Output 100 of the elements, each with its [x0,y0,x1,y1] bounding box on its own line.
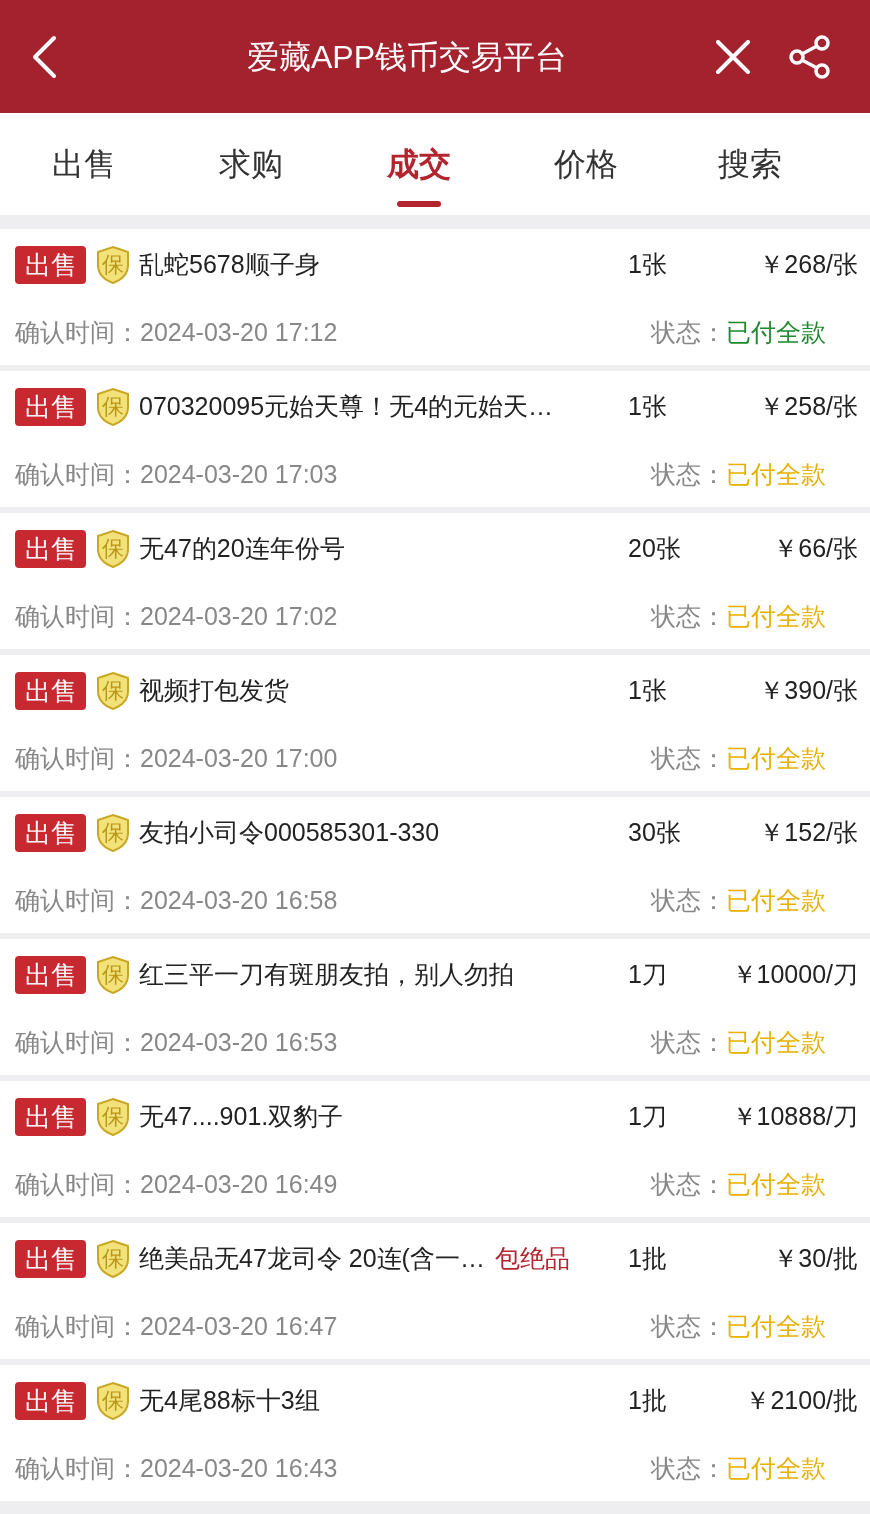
sale-badge: 出售 [15,1240,86,1278]
unit-price: ￥258/张 [758,391,858,423]
guarantee-badge: 保 [95,1381,131,1421]
item-title: 无4尾88标十3组 [139,1385,320,1417]
unit-price: ￥2100/批 [744,1385,858,1417]
status-label: 状态： [651,1027,726,1059]
guarantee-badge: 保 [95,1097,131,1137]
time-label: 确认时间： [15,1027,140,1059]
quantity: 1批 [628,1243,668,1275]
time-label: 确认时间： [15,459,140,491]
status-text: 已付全款 [726,885,826,917]
tab[interactable]: 成交 [334,113,503,215]
time-label: 确认时间： [15,1169,140,1201]
quantity: 20张 [628,533,682,565]
item-title: 视频打包发货 [139,675,289,707]
time-label: 确认时间： [15,885,140,917]
tab[interactable]: 价格 [502,113,670,215]
unit-price: ￥10888/刀 [730,1101,858,1133]
item-title: 无47的20连年份号 [139,533,345,565]
quantity: 1刀 [628,1101,668,1133]
status-label: 状态： [651,1311,726,1343]
status-text: 已付全款 [726,1311,826,1343]
confirm-time: 2024-03-20 16:49 [140,1169,338,1201]
quantity: 1张 [628,391,668,423]
confirm-time: 2024-03-20 16:58 [140,885,338,917]
unit-price: ￥152/张 [758,817,858,849]
status-text: 已付全款 [726,743,826,775]
tab[interactable]: 出售 [0,113,168,215]
confirm-time: 2024-03-20 17:12 [140,317,338,349]
close-icon[interactable] [716,39,750,74]
guarantee-badge: 保 [95,1239,131,1279]
time-label: 确认时间： [15,1311,140,1343]
share-icon[interactable] [788,34,832,79]
confirm-time: 2024-03-20 16:53 [140,1027,338,1059]
time-label: 确认时间： [15,601,140,633]
status-label: 状态： [651,459,726,491]
confirm-time: 2024-03-20 17:03 [140,459,338,491]
order-card[interactable]: 出售 保 无47....901.双豹子 1刀 ￥10888/刀 确认时间：2024-03-20 16:49 状态：已付全款 [0,1081,870,1217]
window-title: 爱藏APP钱币交易平台 [246,37,568,77]
quantity: 1批 [628,1385,668,1417]
item-title: 乱蛇5678顺子身 [139,249,320,281]
guarantee-badge: 保 [95,529,131,569]
status-label: 状态： [651,1169,726,1201]
order-card[interactable]: 出售 保 友拍小司令000585301-330 30张 ￥152/张 确认时间：2024-03-20 16:58 状态：已付全款 [0,797,870,933]
sale-badge: 出售 [15,814,86,852]
sale-badge: 出售 [15,956,86,994]
quantity: 1刀 [628,959,668,991]
guarantee-badge: 保 [95,813,131,853]
confirm-time: 2024-03-20 16:43 [140,1453,338,1485]
sale-badge: 出售 [15,1382,86,1420]
confirm-time: 2024-03-20 16:47 [140,1311,338,1343]
confirm-time: 2024-03-20 17:02 [140,601,338,633]
status-label: 状态： [651,743,726,775]
status-text: 已付全款 [726,1453,826,1485]
quantity: 30张 [628,817,682,849]
status-label: 状态： [651,885,726,917]
unit-price: ￥30/批 [772,1243,858,1275]
tab[interactable]: 求购 [167,113,335,215]
guarantee-badge: 保 [95,955,131,995]
status-text: 已付全款 [726,317,826,349]
item-tag: 包绝品 [494,1240,570,1278]
item-title: 无47....901.双豹子 [139,1101,344,1133]
status-text: 已付全款 [726,459,826,491]
item-title: 070320095元始天尊！无4的元始天… [139,391,554,423]
item-title: 红三平一刀有斑朋友拍，别人勿拍 [139,959,514,991]
guarantee-badge: 保 [95,387,131,427]
unit-price: ￥66/张 [772,533,858,565]
quantity: 1张 [628,675,668,707]
sale-badge: 出售 [15,1098,86,1136]
order-card[interactable]: 出售 保 无47的20连年份号 20张 ￥66/张 确认时间：2024-03-20 17:02 状态：已付全款 [0,513,870,649]
confirm-time: 2024-03-20 17:00 [140,743,338,775]
time-label: 确认时间： [15,317,140,349]
unit-price: ￥390/张 [758,675,858,707]
order-card[interactable]: 出售 保 绝美品无47龙司令 20连(含一… 包绝品 1批 ￥30/批 确认时间：2024-03-20 16:47 状态：已付全款 [0,1223,870,1359]
status-label: 状态： [651,317,726,349]
sale-badge: 出售 [15,672,86,710]
status-label: 状态： [651,601,726,633]
order-card[interactable]: 出售 保 红三平一刀有斑朋友拍，别人勿拍 1刀 ￥10000/刀 确认时间：2024-03-20 16:53 状态：已付全款 [0,939,870,1075]
status-text: 已付全款 [726,601,826,633]
order-card[interactable]: 出售 保 070320095元始天尊！无4的元始天… 1张 ￥258/张 确认时间：2024-03-20 17:03 状态：已付全款 [0,371,870,507]
back-icon[interactable] [30,34,58,79]
sale-badge: 出售 [15,530,86,568]
order-card[interactable]: 出售 保 视频打包发货 1张 ￥390/张 确认时间：2024-03-20 17:00 状态：已付全款 [0,655,870,791]
time-label: 确认时间： [15,743,140,775]
status-text: 已付全款 [726,1169,826,1201]
order-card[interactable]: 出售 保 乱蛇5678顺子身 1张 ￥268/张 确认时间：2024-03-20 17:12 状态：已付全款 [0,229,870,365]
unit-price: ￥268/张 [758,249,858,281]
order-card[interactable]: 出售 保 无4尾88标十3组 1批 ￥2100/批 确认时间：2024-03-20 16:43 状态：已付全款 [0,1365,870,1501]
item-title: 友拍小司令000585301-330 [139,817,440,849]
guarantee-badge: 保 [95,245,131,285]
status-text: 已付全款 [726,1027,826,1059]
unit-price: ￥10000/刀 [730,959,858,991]
guarantee-badge: 保 [95,671,131,711]
status-label: 状态： [651,1453,726,1485]
item-title: 绝美品无47龙司令 20连(含一… [139,1243,485,1275]
tab-indicator [396,201,441,207]
time-label: 确认时间： [15,1453,140,1485]
sale-badge: 出售 [15,246,86,284]
sale-badge: 出售 [15,388,86,426]
tab[interactable]: 搜索 [669,113,870,215]
